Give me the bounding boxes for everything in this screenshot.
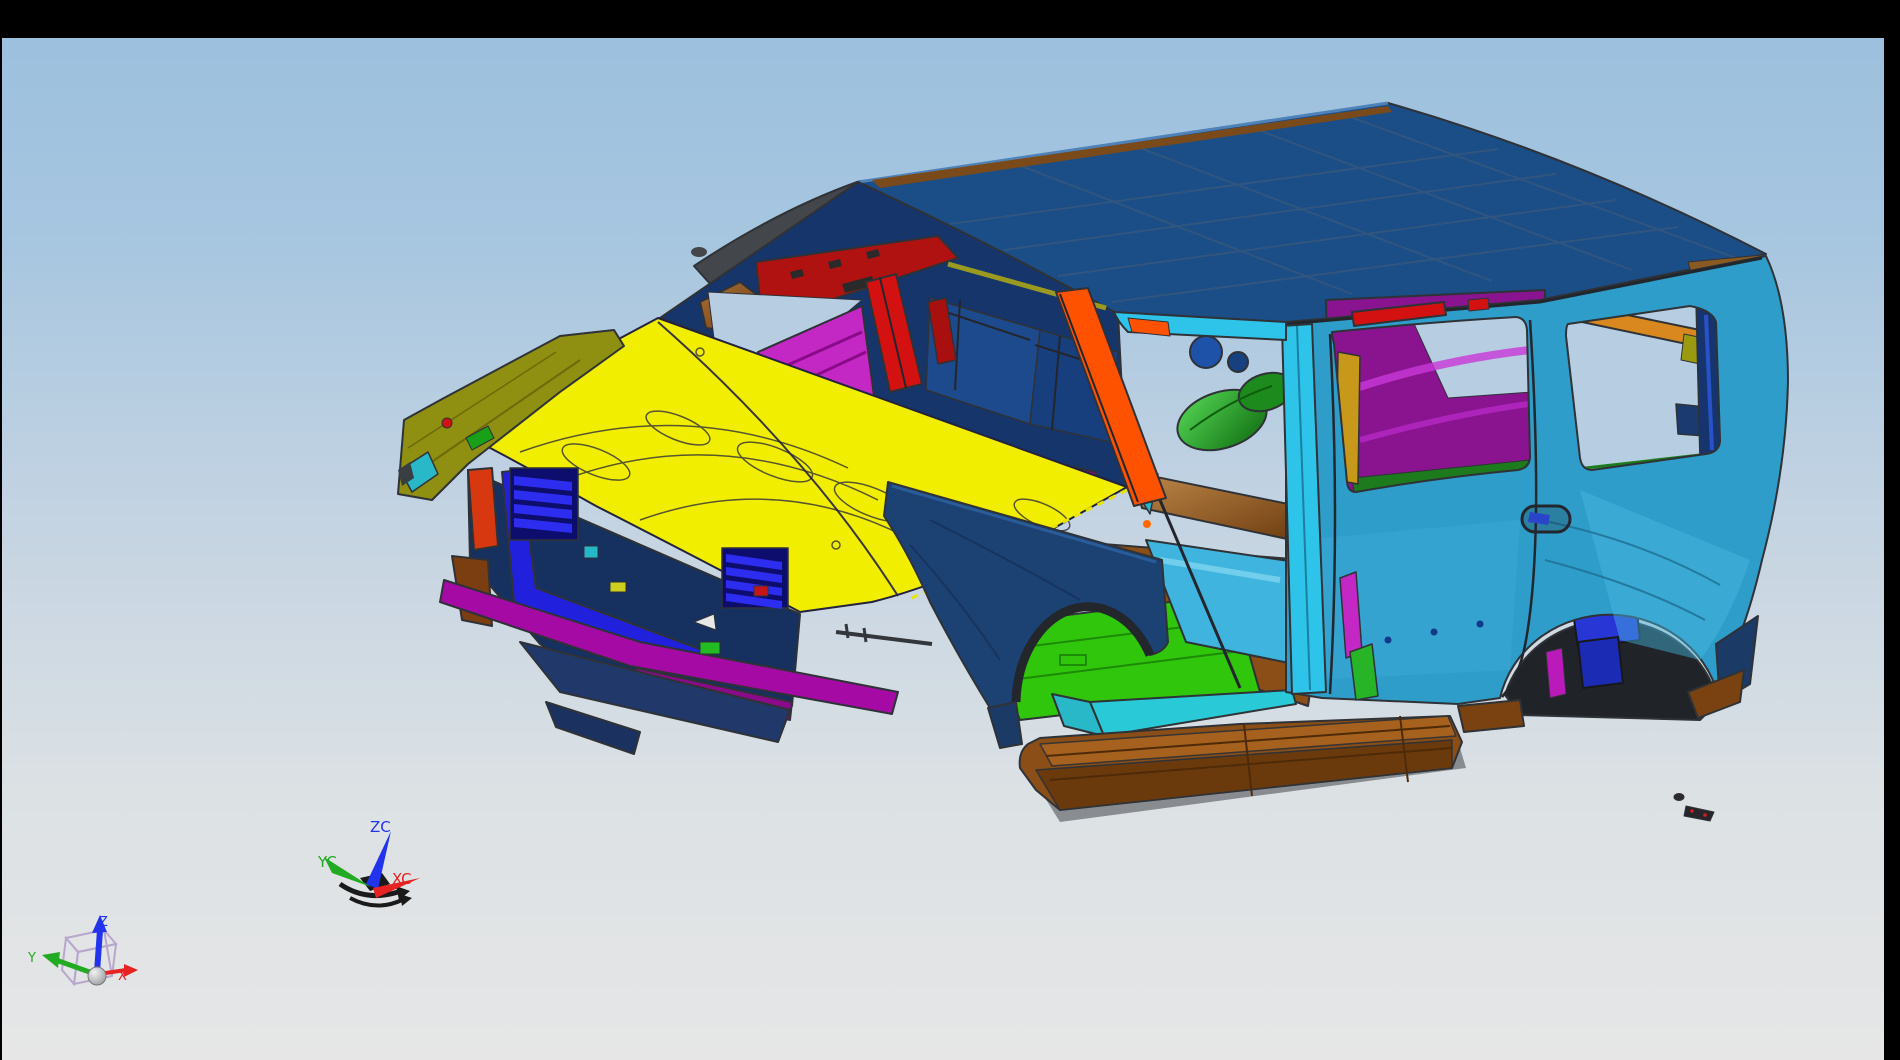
z-axis-label: Z [99,915,108,930]
tow-rod [836,624,932,644]
loose-parts[interactable] [1674,794,1714,822]
yc-axis-label: YC [317,853,337,871]
front-bracket-orange[interactable] [468,468,498,550]
absolute-triad: Z Y X [27,915,138,985]
wcs-triad[interactable]: ZC YC XC [317,818,420,906]
x-axis-label: X [118,969,127,984]
zc-axis-label: ZC [370,818,391,836]
top-black-bar [0,0,1900,38]
xc-axis-label: XC [392,870,412,888]
grille-slats-lower[interactable] [722,548,788,609]
cad-window: ZC YC XC Z Y X [0,0,1900,1060]
y-axis-arrow [42,952,60,968]
origin-sphere [88,967,106,985]
right-black-bar [1884,0,1900,1060]
model-scene[interactable]: ZC YC XC Z Y X [0,0,1900,1060]
car-body-model[interactable] [398,103,1788,822]
y-axis-label: Y [27,951,36,966]
grille-slats-upper[interactable] [510,468,578,540]
left-black-bar [0,0,2,1060]
